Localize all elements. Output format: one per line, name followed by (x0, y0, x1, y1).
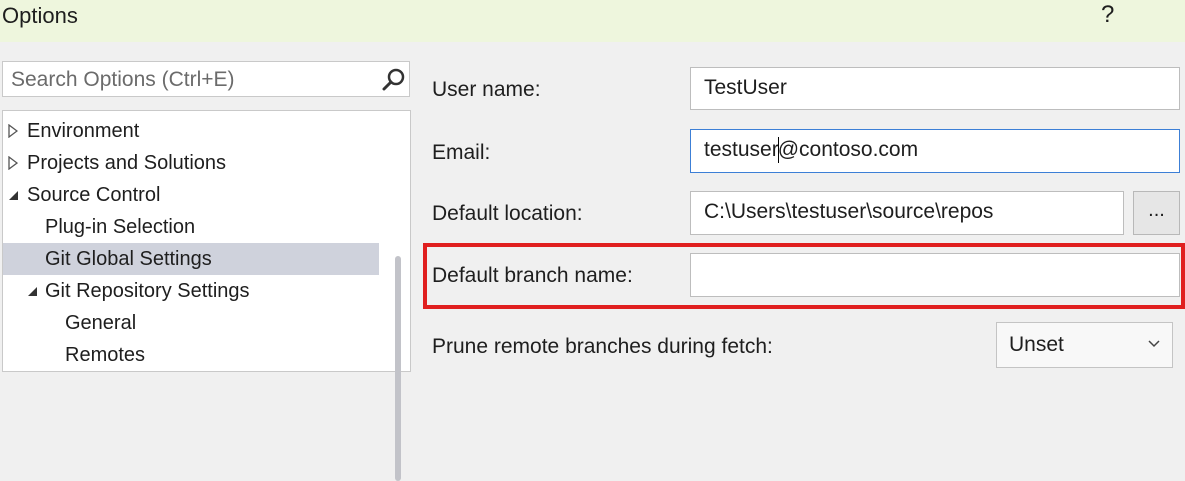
chevron-down-icon (1148, 340, 1160, 348)
title-bar: Options ? (0, 0, 1185, 42)
triangle-right-icon[interactable] (8, 115, 24, 147)
search-icon[interactable] (381, 67, 407, 93)
user-name-label: User name: (432, 78, 541, 101)
tree-item-label: Remotes (65, 344, 146, 366)
prune-label: Prune remote branches during fetch: (432, 335, 773, 358)
tree-item[interactable]: Environment (3, 115, 379, 147)
tree-item[interactable]: Git Global Settings (3, 243, 379, 275)
tree-item-label: Git Repository Settings (45, 280, 250, 302)
tree-item-label: Projects and Solutions (27, 152, 227, 174)
tree-item[interactable]: Plug-in Selection (3, 211, 379, 243)
email-field[interactable]: testuser@contoso.com (690, 129, 1180, 173)
email-label: Email: (432, 141, 491, 164)
search-placeholder: Search Options (Ctrl+E) (11, 68, 235, 91)
help-button[interactable]: ? (1101, 1, 1114, 29)
triangle-expanded-icon[interactable] (27, 275, 43, 307)
browse-button[interactable]: ... (1133, 191, 1180, 235)
tree-item[interactable]: Projects and Solutions (3, 147, 379, 179)
options-tree[interactable]: Environment Projects and Solutions Source … (2, 110, 411, 481)
tree-scrollbar[interactable] (395, 256, 401, 481)
prune-value: Unset (1009, 333, 1064, 356)
tree-item-label: Source Control (27, 184, 161, 206)
triangle-right-icon[interactable] (8, 147, 24, 179)
email-text-after-caret: @contoso.com (777, 138, 919, 161)
prune-dropdown[interactable]: Unset (996, 322, 1173, 368)
tree-item-label: Plug-in Selection (45, 216, 196, 238)
user-name-field[interactable]: TestUser (690, 67, 1180, 110)
default-branch-label: Default branch name: (432, 264, 633, 287)
default-branch-field[interactable] (690, 253, 1180, 297)
tree-item[interactable]: General (3, 307, 379, 339)
tree-item-label: General (65, 312, 137, 334)
search-input[interactable]: Search Options (Ctrl+E) (2, 61, 410, 97)
window-title: Options (2, 3, 78, 28)
tree-item[interactable]: Source Control (3, 179, 379, 211)
triangle-expanded-icon[interactable] (8, 179, 24, 211)
tree-item-label: Environment (27, 120, 140, 142)
default-location-field[interactable]: C:\Users\testuser\source\repos (690, 191, 1124, 235)
tree-item[interactable]: Git Repository Settings (3, 275, 379, 307)
tree-item[interactable]: Remotes (3, 339, 379, 371)
default-location-label: Default location: (432, 202, 583, 225)
email-text-before-caret: testuser (704, 138, 779, 161)
tree-item-label: Git Global Settings (45, 248, 212, 270)
